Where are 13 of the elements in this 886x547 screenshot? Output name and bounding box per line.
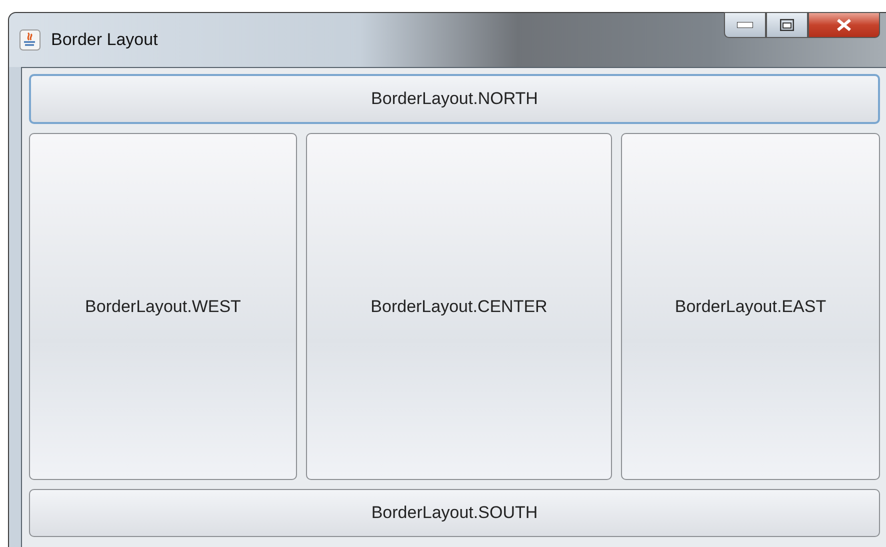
minimize-button[interactable] xyxy=(724,12,766,38)
layout-button[interactable]: BorderLayout.CENTER xyxy=(306,133,612,480)
maximize-icon xyxy=(780,19,794,31)
window-title: Border Layout xyxy=(51,30,158,50)
close-button[interactable] xyxy=(808,12,880,38)
layout-button[interactable]: BorderLayout.EAST xyxy=(621,133,880,480)
maximize-button[interactable] xyxy=(766,12,808,38)
layout-button[interactable]: BorderLayout.SOUTH xyxy=(29,489,880,537)
layout-button[interactable]: BorderLayout.NORTH xyxy=(29,74,880,124)
app-icon xyxy=(19,29,41,51)
close-icon xyxy=(836,18,852,32)
layout-button[interactable]: BorderLayout.WEST xyxy=(29,133,297,480)
minimize-icon xyxy=(737,22,753,28)
